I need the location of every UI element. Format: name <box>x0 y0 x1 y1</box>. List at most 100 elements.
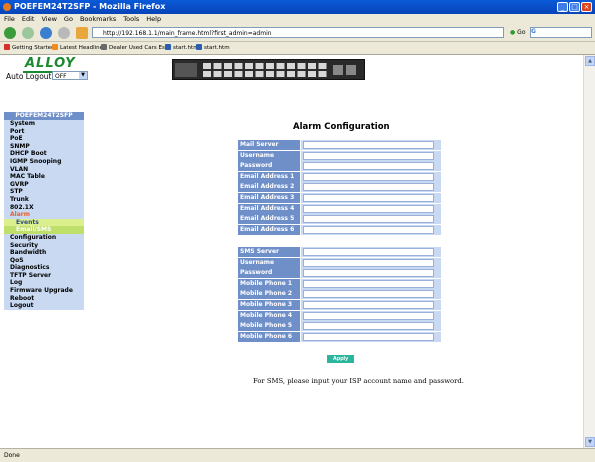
mobile-phone-6-input[interactable] <box>303 332 434 341</box>
go-label: Go <box>517 29 526 36</box>
switch-port <box>297 71 306 77</box>
sidebar-item-diagnostics[interactable]: Diagnostics <box>4 264 84 272</box>
field-label: Email Address 1 <box>238 171 300 182</box>
sidebar-item-port[interactable]: Port <box>4 127 84 136</box>
sidebar-item-igmp-snooping[interactable]: IGMP Snooping <box>4 157 84 166</box>
bookmark-icon <box>196 44 202 50</box>
field-label: Username <box>238 150 300 161</box>
mobile-phone-1-input[interactable] <box>303 279 434 288</box>
menu-item-help[interactable]: Help <box>146 15 161 23</box>
sidebar-item-logout[interactable]: Logout <box>4 302 84 310</box>
reload-icon[interactable] <box>40 27 52 39</box>
forward-icon[interactable] <box>22 27 34 39</box>
bookmark-item[interactable]: start.htm <box>196 42 230 54</box>
sidebar-subitem-events[interactable]: Events <box>4 218 84 227</box>
switch-port <box>266 63 274 69</box>
auto-logout-value: OFF <box>55 73 67 80</box>
email-address-4-input[interactable] <box>303 204 434 213</box>
mobile-phone-3-input[interactable] <box>303 301 434 309</box>
bookmark-item[interactable]: Latest Headlines <box>52 42 106 54</box>
field-cell <box>301 310 441 321</box>
sidebar-item-poe[interactable]: PoE <box>4 135 84 143</box>
bookmark-icon <box>165 44 171 50</box>
menu-item-file[interactable]: File <box>4 15 15 23</box>
url-bar[interactable]: http://192.168.1.1/main_frame.html?first… <box>92 27 504 38</box>
mobile-phone-4-input[interactable] <box>303 311 434 320</box>
sidebar-item-dhcp-boot[interactable]: DHCP Boot <box>4 150 84 158</box>
field-cell <box>301 150 441 161</box>
home-icon[interactable] <box>76 27 88 39</box>
back-icon[interactable] <box>4 27 16 39</box>
email-address-2-input[interactable] <box>303 183 434 192</box>
username-input[interactable] <box>303 258 434 267</box>
switch-port <box>287 63 295 69</box>
sidebar-title: POEFEM24T2SFP <box>4 112 84 120</box>
field-label: Email Address 5 <box>238 214 300 225</box>
sidebar-item-security[interactable]: Security <box>4 241 84 250</box>
vertical-scrollbar[interactable]: ▲ ▼ <box>583 55 595 448</box>
sidebar-item-qos[interactable]: QoS <box>4 256 84 265</box>
field-label: Password <box>238 268 300 279</box>
email-address-1-input[interactable] <box>303 172 434 181</box>
sidebar-item-bandwidth[interactable]: Bandwidth <box>4 249 84 257</box>
field-label: Mobile Phone 1 <box>238 278 300 289</box>
sidebar-item-configuration[interactable]: Configuration <box>4 233 84 242</box>
status-text: Done <box>4 452 20 459</box>
sidebar-item-trunk[interactable]: Trunk <box>4 195 84 204</box>
sidebar-item-alarm[interactable]: Alarm <box>4 211 84 219</box>
sidebar-item-system[interactable]: System <box>4 120 84 128</box>
menu-item-view[interactable]: View <box>41 15 56 23</box>
email-address-5-input[interactable] <box>303 215 434 224</box>
close-button[interactable]: × <box>581 2 592 12</box>
switch-port <box>255 71 264 77</box>
menu-item-edit[interactable]: Edit <box>22 15 35 23</box>
auto-logout-select[interactable]: OFF ▼ <box>52 71 88 80</box>
sidebar-item-log[interactable]: Log <box>4 279 84 288</box>
stop-icon[interactable] <box>58 27 70 39</box>
bookmark-item[interactable]: Dealer Used Cars Es... <box>101 42 170 54</box>
bookmark-item[interactable]: start.htm <box>165 42 199 54</box>
search-input[interactable]: G <box>530 27 592 38</box>
password-input[interactable] <box>303 269 434 278</box>
maximize-button[interactable]: □ <box>569 2 580 12</box>
sidebar-item-tftp-server[interactable]: TFTP Server <box>4 271 84 280</box>
navigation-toolbar: http://192.168.1.1/main_frame.html?first… <box>0 25 595 42</box>
go-button[interactable]: ● Go <box>510 27 526 39</box>
menu-item-bookmarks[interactable]: Bookmarks <box>80 15 116 23</box>
form-row: Mobile Phone 2 <box>238 289 441 300</box>
sidebar-item-vlan[interactable]: VLAN <box>4 165 84 174</box>
field-cell <box>301 203 441 214</box>
scroll-down-icon[interactable]: ▼ <box>585 437 595 447</box>
bookmark-label: start.htm <box>173 45 199 51</box>
mail-server-input[interactable] <box>303 141 434 149</box>
username-input[interactable] <box>303 151 434 160</box>
field-cell <box>301 278 441 289</box>
mobile-phone-5-input[interactable] <box>303 322 434 331</box>
password-input[interactable] <box>303 162 434 171</box>
apply-button[interactable]: Apply <box>327 355 354 363</box>
sidebar-item-reboot[interactable]: Reboot <box>4 294 84 303</box>
email-address-6-input[interactable] <box>303 225 434 234</box>
form-row: Email Address 1 <box>238 171 441 182</box>
sms-server-input[interactable] <box>303 248 434 256</box>
bookmark-item[interactable]: Getting Started <box>4 42 55 54</box>
sidebar-item-gvrp[interactable]: GVRP <box>4 180 84 189</box>
switch-port <box>255 63 264 69</box>
minimize-button[interactable]: _ <box>557 2 568 12</box>
menu-item-tools[interactable]: Tools <box>123 15 139 23</box>
sidebar-item-mac-table[interactable]: MAC Table <box>4 173 84 181</box>
form-row: Username <box>238 257 441 268</box>
form-row: Username <box>238 150 441 161</box>
switch-port <box>234 63 243 69</box>
sidebar-subitem-email-sms[interactable]: Email/SMS <box>4 226 84 234</box>
switch-port <box>318 63 327 69</box>
sidebar-item-firmware-upgrade[interactable]: Firmware Upgrade <box>4 287 84 295</box>
sidebar-item-snmp[interactable]: SNMP <box>4 142 84 151</box>
scroll-up-icon[interactable]: ▲ <box>585 56 595 66</box>
menu-item-go[interactable]: Go <box>64 15 73 23</box>
field-cell <box>301 331 441 342</box>
sidebar-item-802-1x[interactable]: 802.1X <box>4 203 84 212</box>
email-address-3-input[interactable] <box>303 194 434 202</box>
sidebar-item-stp[interactable]: STP <box>4 188 84 196</box>
mobile-phone-2-input[interactable] <box>303 290 434 299</box>
